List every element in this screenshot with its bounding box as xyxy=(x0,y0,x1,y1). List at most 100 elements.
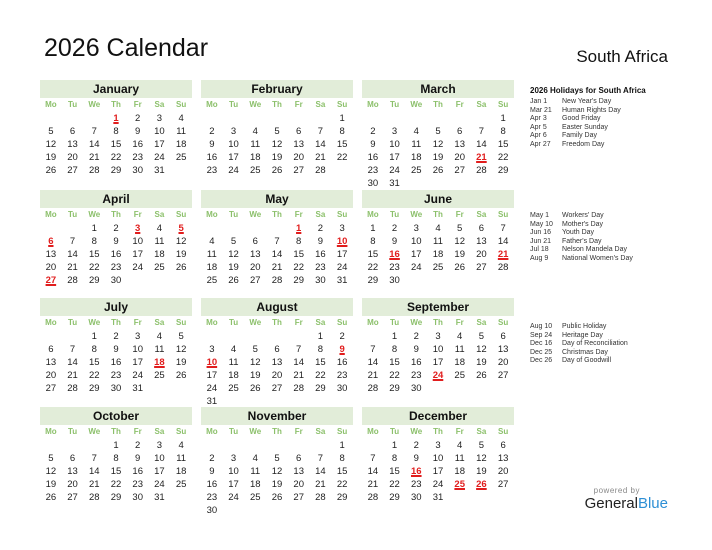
weekday-label: Mo xyxy=(367,210,379,219)
month-header: January xyxy=(40,80,192,98)
day-cell: 26 xyxy=(175,262,187,273)
day-cell: 24 xyxy=(132,262,143,273)
day-cell: 5 xyxy=(230,236,237,247)
holiday-date: Apr 6 xyxy=(530,132,547,140)
day-cell: 14 xyxy=(315,139,326,150)
day-cell: 26 xyxy=(45,492,57,503)
day-cell: 28 xyxy=(476,165,487,176)
day-cell: 11 xyxy=(154,236,165,247)
day-cell: 9 xyxy=(113,344,119,355)
day-cell: 26 xyxy=(271,165,283,176)
day-cell: 21 xyxy=(367,479,379,490)
day-cell: 14 xyxy=(271,249,283,260)
day-cell: 11 xyxy=(433,236,443,247)
day-cell: 1 xyxy=(391,440,398,451)
day-cell: 13 xyxy=(45,357,57,368)
day-cell: 6 xyxy=(457,126,463,137)
day-cell: 11 xyxy=(228,357,239,368)
holiday-group: May 1 Workers' Day May 10 Mother's Day Jun 1… xyxy=(530,212,633,264)
day-cell: 31 xyxy=(432,492,444,503)
day-cell: 7 xyxy=(317,126,324,137)
weekday-label: We xyxy=(249,318,262,327)
weekday-label: Fr xyxy=(455,318,464,327)
holiday-date: May 1 xyxy=(530,212,550,219)
weekday-label: Th xyxy=(433,100,443,109)
day-cell: 4 xyxy=(252,453,258,464)
day-cell: 8 xyxy=(339,453,345,464)
day-cell: 19 xyxy=(476,466,487,477)
day-cell: 13 xyxy=(497,344,509,355)
day-cell: 10 xyxy=(389,139,400,150)
weekday-label: Tu xyxy=(389,210,400,219)
day-cell: 28 xyxy=(88,165,100,176)
day-cell: 19 xyxy=(228,262,239,273)
day-cell: 5 xyxy=(274,453,280,464)
holiday-day-cell: 9 xyxy=(339,344,345,355)
holiday-item: Apr 3 Good Friday xyxy=(530,115,646,124)
day-cell: 8 xyxy=(113,453,119,464)
day-cell: 21 xyxy=(67,370,78,381)
holiday-name: Workers' Day xyxy=(562,212,604,219)
day-cell: 20 xyxy=(497,466,509,477)
day-cell: 15 xyxy=(293,249,304,260)
day-cell: 21 xyxy=(271,262,283,273)
weekday-label: Fr xyxy=(455,100,464,109)
day-cell: 17 xyxy=(132,357,143,368)
day-cell: 9 xyxy=(370,139,376,150)
holiday-date: Jul 18 xyxy=(530,246,549,254)
weekday-label: Fr xyxy=(133,318,142,327)
day-cell: 12 xyxy=(476,453,487,464)
day-cell: 22 xyxy=(336,479,348,490)
day-cell: 11 xyxy=(250,139,261,150)
holiday-day-cell: 3 xyxy=(135,223,141,234)
day-cell: 11 xyxy=(250,466,261,477)
day-cell: 28 xyxy=(497,262,509,273)
empty-cell xyxy=(40,330,62,343)
weekday-label: Th xyxy=(272,318,282,327)
day-cell: 13 xyxy=(293,466,304,477)
day-cell: 14 xyxy=(476,139,487,150)
weekday-label: Su xyxy=(498,427,509,436)
holiday-date: Jun 21 xyxy=(530,237,552,245)
weekday-label: Mo xyxy=(45,318,57,327)
day-cell: 20 xyxy=(293,152,304,163)
holiday-name: Christmas Day xyxy=(562,348,608,356)
day-cell: 13 xyxy=(454,139,465,150)
day-cell: 7 xyxy=(69,344,76,355)
day-cell: 20 xyxy=(497,357,509,368)
weekday-label: Th xyxy=(111,100,121,109)
day-cell: 22 xyxy=(315,370,326,381)
weekday-label: Fr xyxy=(455,210,464,219)
weekday-label: Tu xyxy=(389,318,400,327)
day-cell: 10 xyxy=(154,453,165,464)
day-cell: 3 xyxy=(339,223,345,234)
day-cell: 4 xyxy=(435,223,441,234)
day-cell: 7 xyxy=(478,126,485,137)
holiday-item: Dec 25 Christmas Day xyxy=(530,349,628,358)
weekday-label: We xyxy=(410,318,423,327)
empty-cell xyxy=(362,112,384,125)
holiday-day-cell: 24 xyxy=(432,370,444,381)
day-cell: 18 xyxy=(432,249,444,260)
month-june: June Mo Tu We Th Fr Sa Su 1 2 3 4 5 6 7 8 9 10 11 12 13 14 15 1… xyxy=(362,190,514,287)
month-header: October xyxy=(40,407,192,425)
empty-cell xyxy=(40,439,62,452)
empty-cell xyxy=(62,222,84,235)
month-may: May Mo Tu We Th Fr Sa Su 1 2 3 4 5 6 7 8 9 10 11 12 13 14 15 16… xyxy=(201,190,353,287)
weekday-label: Mo xyxy=(206,210,218,219)
day-cell: 9 xyxy=(209,466,215,477)
weekday-label: Th xyxy=(111,210,121,219)
holiday-date: Sep 24 xyxy=(530,331,553,339)
weekday-label: Mo xyxy=(45,427,57,436)
empty-cell xyxy=(201,222,223,235)
day-cell: 23 xyxy=(132,152,143,163)
day-cell: 19 xyxy=(271,152,283,163)
day-cell: 2 xyxy=(413,440,419,451)
day-cell: 6 xyxy=(478,223,485,234)
day-cell: 12 xyxy=(454,236,465,247)
day-cell: 23 xyxy=(206,492,218,503)
holiday-item: Aug 10 Public Holiday xyxy=(530,323,628,332)
weekday-label: Su xyxy=(176,100,187,109)
day-cell: 6 xyxy=(296,453,302,464)
empty-cell xyxy=(405,112,427,125)
